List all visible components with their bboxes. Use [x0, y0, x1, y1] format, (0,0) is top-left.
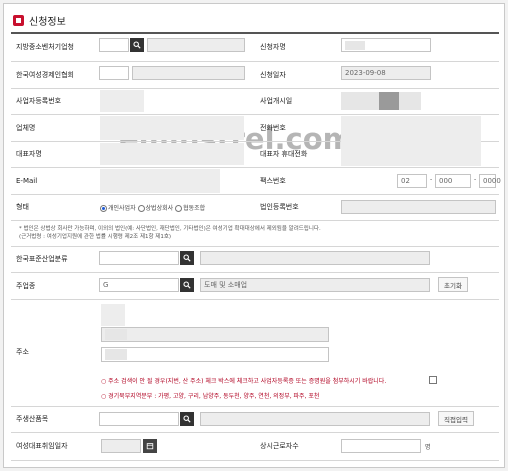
fax-dash: - — [474, 176, 477, 183]
section-title: 신청정보 — [29, 17, 66, 28]
main-business-search-button[interactable] — [180, 278, 194, 292]
business-start-date-value — [341, 92, 379, 110]
label-ceo-inauguration-date: 여성대표취임일자 — [16, 442, 68, 450]
notice-line: * 법인은 상법상 회사만 가능하며, 이외의 법인(예: 사단법인, 재단법인… — [19, 226, 321, 232]
address-line1-input[interactable] — [101, 327, 329, 342]
ceo-inauguration-date-input[interactable] — [101, 439, 141, 453]
divider — [11, 167, 499, 168]
search-icon — [183, 281, 191, 289]
divider — [11, 432, 499, 433]
corporation-notice: * 법인은 상법상 회사만 가능하며, 이외의 법인(예: 사단법인, 재단법인… — [19, 225, 499, 241]
product-name-input[interactable] — [200, 412, 430, 426]
search-icon — [183, 415, 191, 423]
association-name-input[interactable] — [132, 66, 245, 80]
application-form: 신청정보 eminstrel.com 지방중소벤처기업청 신청자명 한국여성경제… — [3, 3, 505, 468]
notice-line: (근거법령 : 여성기업지원에 관한 법률 시행령 제2조 제1항 제1호) — [19, 234, 172, 240]
employees-unit: 명 — [425, 444, 431, 451]
divider — [11, 460, 499, 461]
divider — [11, 246, 499, 247]
radio-button[interactable] — [175, 205, 183, 212]
regional-office-code-input[interactable] — [99, 38, 129, 52]
corporate-reg-no-input[interactable] — [341, 200, 496, 214]
association-code-input[interactable] — [99, 66, 129, 80]
label-fax: 팩스번호 — [260, 177, 286, 185]
main-business-code-input[interactable]: G — [99, 278, 179, 292]
label-main-product: 주생산품목 — [16, 415, 49, 423]
radio-cooperative[interactable]: 협동조합 — [175, 205, 205, 212]
address-line2-input[interactable] — [101, 347, 329, 362]
calendar-button[interactable] — [143, 439, 157, 453]
business-start-date-value — [379, 92, 399, 110]
industry-name-input[interactable] — [200, 251, 430, 265]
label-employees: 상시근로자수 — [260, 442, 299, 450]
label-company-name: 업체명 — [16, 124, 36, 132]
application-date-input[interactable]: 2023-09-08 — [341, 66, 431, 80]
fax-middle-input[interactable]: 000 — [435, 174, 471, 188]
label-womens-association: 한국여성경제인협회 — [16, 71, 74, 79]
postal-code-value — [101, 304, 125, 326]
main-business-name-input[interactable]: 도매 및 소매업 — [200, 278, 430, 292]
label-corporate-reg-no: 법인등록번호 — [260, 203, 299, 211]
divider — [11, 272, 499, 273]
reset-button[interactable]: 초기화 — [438, 277, 468, 292]
applicant-name-input[interactable] — [341, 38, 431, 52]
label-phone: 전화번호 — [260, 124, 286, 132]
label-applicant-name: 신청자명 — [260, 43, 286, 51]
radio-individual[interactable]: 개인사업자 — [100, 205, 136, 212]
ceo-name-value — [100, 143, 244, 165]
business-type-radio-group: 개인사업자 상법상회사 협동조합 — [100, 203, 205, 212]
radio-button[interactable] — [137, 205, 145, 212]
radio-corporation[interactable]: 상법상회사 — [137, 205, 173, 212]
divider — [11, 406, 499, 407]
fax-last-input[interactable]: 0000 — [479, 174, 501, 188]
address-notice-2: ○ 경기북부지역분부 : 가평, 고양, 구리, 남양주, 동두천, 양주, 연… — [101, 393, 320, 400]
address-notice-1: ○ 주소 검색이 안 될 경우(지번, 산 주소) 체크 박스에 체크하고 사업… — [101, 378, 387, 385]
divider — [11, 61, 499, 62]
fax-area-input[interactable]: 02 — [397, 174, 427, 188]
label-business-type: 형태 — [16, 203, 29, 211]
industry-code-input[interactable] — [99, 251, 179, 265]
label-application-date: 신청일자 — [260, 71, 286, 79]
label-ceo-name: 대표자명 — [16, 150, 42, 158]
business-reg-no-value — [100, 90, 144, 112]
direct-input-button[interactable]: 직접입력 — [438, 411, 474, 426]
phone-value — [341, 116, 481, 166]
table-top-border — [11, 32, 499, 34]
business-start-date-value — [399, 92, 421, 110]
divider — [11, 194, 499, 195]
label-business-reg-no: 사업자등록번호 — [16, 97, 62, 105]
fax-dash: - — [430, 176, 433, 183]
search-icon — [183, 254, 191, 262]
employees-input[interactable] — [341, 439, 421, 453]
label-email: E-Mail — [16, 177, 38, 185]
label-business-start-date: 사업개시일 — [260, 97, 293, 105]
industry-search-button[interactable] — [180, 251, 194, 265]
regional-office-name-input[interactable] — [147, 38, 245, 52]
search-icon — [133, 41, 141, 49]
label-address: 주소 — [16, 348, 29, 356]
section-square-icon — [13, 15, 24, 26]
divider — [11, 299, 499, 300]
email-value — [100, 169, 220, 193]
address-manual-checkbox[interactable] — [429, 376, 437, 384]
regional-office-search-button[interactable] — [130, 38, 144, 52]
label-regional-office: 지방중소벤처기업청 — [16, 43, 74, 51]
label-main-business: 주업종 — [16, 282, 36, 290]
product-code-input[interactable] — [99, 412, 179, 426]
label-industry-classification: 한국표준산업분류 — [16, 255, 68, 263]
radio-button[interactable] — [100, 205, 107, 212]
divider — [11, 114, 499, 115]
calendar-icon — [146, 443, 154, 450]
divider — [11, 220, 499, 221]
product-search-button[interactable] — [180, 412, 194, 426]
company-name-value — [100, 116, 244, 140]
label-ceo-mobile: 대표자 휴대전화 — [260, 150, 308, 158]
divider — [11, 88, 499, 89]
